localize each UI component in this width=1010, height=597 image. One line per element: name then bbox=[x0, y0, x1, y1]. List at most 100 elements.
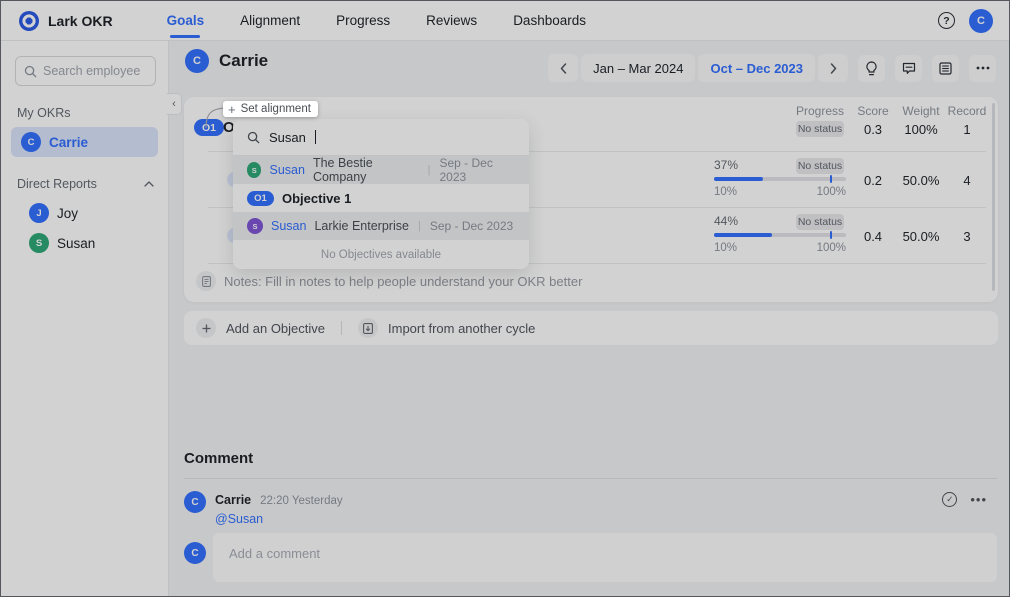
joy-avatar: J bbox=[29, 203, 49, 223]
cycle-oct-dec-2023[interactable]: Oct – Dec 2023 bbox=[698, 54, 815, 82]
column-header-weight: Weight bbox=[902, 104, 939, 118]
chevron-left-icon bbox=[560, 63, 567, 74]
kr2-record[interactable]: 3 bbox=[963, 229, 970, 244]
result-period: Sep - Dec 2023 bbox=[430, 219, 513, 233]
page-header: C Carrie bbox=[185, 49, 268, 73]
column-header-record: Record bbox=[948, 104, 987, 118]
top-navbar: Lark OKR Goals Alignment Progress Review… bbox=[1, 1, 1009, 41]
kr1-progress-value: 37% bbox=[714, 158, 738, 172]
more-button[interactable] bbox=[969, 55, 996, 82]
result-org: Larkie Enterprise bbox=[314, 219, 409, 233]
employee-search[interactable] bbox=[15, 56, 156, 86]
kr2-progress-fill bbox=[714, 233, 772, 237]
result-susan-bestie[interactable]: S Susan The Bestie Company | Sep - Dec 2… bbox=[233, 156, 529, 184]
column-header-score: Score bbox=[857, 104, 888, 118]
tips-button[interactable] bbox=[858, 55, 885, 82]
objective-record[interactable]: 1 bbox=[963, 122, 970, 137]
tab-dashboards[interactable]: Dashboards bbox=[513, 1, 586, 40]
add-comment-input[interactable]: Add a comment bbox=[213, 533, 997, 582]
comment-header: Carrie 22:20 Yesterday bbox=[215, 493, 343, 507]
alignment-search-dropdown: Susan S Susan The Bestie Company | Sep -… bbox=[233, 119, 529, 269]
result-objective-1[interactable]: O1 Objective 1 bbox=[233, 184, 529, 212]
comment-body-mention[interactable]: @Susan bbox=[215, 512, 263, 526]
navbar-right: ? C bbox=[938, 9, 993, 33]
sidebar-collapse-button[interactable]: ‹ bbox=[167, 93, 182, 115]
kr2-score: 0.4 bbox=[864, 229, 882, 244]
app-name: Lark OKR bbox=[48, 13, 113, 29]
sidebar-item-joy[interactable]: J Joy bbox=[11, 198, 158, 228]
carrie-avatar: C bbox=[21, 132, 41, 152]
sidebar-item-label: Joy bbox=[57, 206, 78, 221]
notes-placeholder: Notes: Fill in notes to help people unde… bbox=[224, 274, 582, 289]
primary-nav: Goals Alignment Progress Reviews Dashboa… bbox=[167, 1, 586, 40]
search-icon bbox=[24, 65, 37, 78]
cycle-jan-mar-2024[interactable]: Jan – Mar 2024 bbox=[581, 54, 695, 82]
result-objective-label: Objective 1 bbox=[282, 191, 351, 206]
comment-bubble-icon bbox=[902, 62, 916, 75]
comment-divider bbox=[184, 478, 997, 479]
page-avatar: C bbox=[185, 49, 209, 73]
result-separator: | bbox=[428, 164, 431, 176]
kr2-slider-thumb[interactable] bbox=[830, 231, 832, 239]
kr1-score: 0.2 bbox=[864, 173, 882, 188]
card-scrollbar[interactable] bbox=[992, 103, 995, 291]
import-cycle-button[interactable]: Import from another cycle bbox=[388, 321, 535, 336]
comment-timestamp: 22:20 Yesterday bbox=[260, 495, 343, 507]
sidebar-item-susan[interactable]: S Susan bbox=[11, 228, 158, 258]
objective-weight: 100% bbox=[904, 122, 937, 137]
kr2-max-label: 100% bbox=[814, 242, 846, 254]
tab-goals[interactable]: Goals bbox=[167, 1, 205, 40]
my-okrs-label: My OKRs bbox=[17, 106, 154, 120]
search-query-text: Susan bbox=[269, 130, 306, 145]
comment-more-icon[interactable]: ••• bbox=[970, 492, 987, 507]
comment-input-avatar: C bbox=[184, 542, 206, 564]
sidebar-item-label: Susan bbox=[57, 236, 95, 251]
result-org: The Bestie Company bbox=[313, 156, 419, 184]
objective-badge: O1 bbox=[247, 191, 274, 206]
plus-icon bbox=[196, 318, 216, 338]
kr2-weight: 50.0% bbox=[903, 229, 940, 244]
tab-progress[interactable]: Progress bbox=[336, 1, 390, 40]
cycle-switcher: Jan – Mar 2024 Oct – Dec 2023 bbox=[548, 54, 996, 82]
kr1-weight: 50.0% bbox=[903, 173, 940, 188]
kr2-status-badge[interactable]: No status bbox=[796, 214, 844, 230]
set-alignment-button[interactable]: + Set alignment bbox=[223, 101, 318, 117]
kr2-progress-value: 44% bbox=[714, 214, 738, 228]
direct-reports-header[interactable]: Direct Reports bbox=[17, 177, 154, 191]
tab-reviews[interactable]: Reviews bbox=[426, 1, 477, 40]
help-icon[interactable]: ? bbox=[938, 12, 955, 29]
cycle-next-button[interactable] bbox=[818, 54, 848, 82]
grid-doc-icon bbox=[939, 62, 952, 75]
kr1-slider-thumb[interactable] bbox=[830, 175, 832, 183]
result-separator: | bbox=[418, 220, 421, 232]
user-avatar[interactable]: C bbox=[969, 9, 993, 33]
objective-actions-bar: Add an Objective Import from another cyc… bbox=[184, 311, 998, 345]
comments-button[interactable] bbox=[895, 55, 922, 82]
column-header-progress: Progress bbox=[796, 104, 844, 118]
result-person-name: Susan bbox=[269, 163, 304, 177]
objective-status-badge[interactable]: No status bbox=[796, 121, 844, 137]
cycle-prev-button[interactable] bbox=[548, 54, 578, 82]
no-objectives-message: No Objectives available bbox=[233, 240, 529, 269]
kr1-record[interactable]: 4 bbox=[963, 173, 970, 188]
result-susan-larkie[interactable]: S Susan Larkie Enterprise | Sep - Dec 20… bbox=[233, 212, 529, 240]
kr2-progress-slider[interactable] bbox=[714, 233, 846, 237]
tab-alignment[interactable]: Alignment bbox=[240, 1, 300, 40]
kr1-status-badge[interactable]: No status bbox=[796, 158, 844, 174]
alignment-search-input[interactable]: Susan bbox=[233, 119, 529, 156]
search-icon bbox=[247, 131, 260, 144]
add-objective-button[interactable]: Add an Objective bbox=[226, 321, 325, 336]
sidebar: My OKRs C Carrie Direct Reports J Joy S … bbox=[1, 41, 169, 597]
text-cursor bbox=[315, 130, 316, 144]
kr2-min-label: 10% bbox=[714, 242, 737, 254]
actions-divider bbox=[341, 321, 342, 335]
result-avatar: S bbox=[247, 162, 261, 178]
employee-search-input[interactable] bbox=[43, 64, 143, 78]
sidebar-item-carrie[interactable]: C Carrie bbox=[11, 127, 158, 157]
kr1-progress-slider[interactable] bbox=[714, 177, 846, 181]
result-person-name: Susan bbox=[271, 219, 306, 233]
sidebar-item-label: Carrie bbox=[49, 135, 88, 150]
view-button[interactable] bbox=[932, 55, 959, 82]
kr1-min-label: 10% bbox=[714, 186, 737, 198]
resolve-check-icon[interactable]: ✓ bbox=[942, 492, 957, 507]
